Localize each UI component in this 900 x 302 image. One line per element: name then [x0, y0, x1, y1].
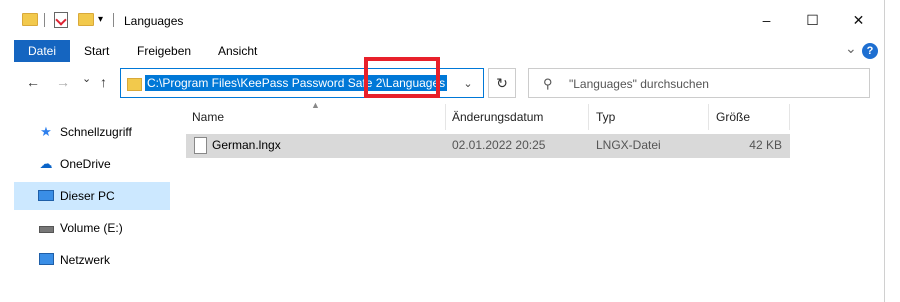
column-header-size[interactable]: Größe	[716, 104, 750, 130]
title-bar: ▾ Languages – ☐ ✕	[0, 0, 884, 40]
folder-icon	[22, 13, 38, 26]
sidebar-item-quick-access[interactable]: ★ Schnellzugriff	[14, 118, 170, 146]
minimize-button[interactable]: –	[744, 0, 789, 40]
new-folder-icon[interactable]	[78, 13, 94, 26]
file-type: LNGX-Datei	[596, 138, 661, 152]
table-row[interactable]: German.lngx 02.01.2022 20:25 LNGX-Datei …	[186, 134, 790, 158]
search-icon: ⚲	[543, 76, 553, 91]
back-button[interactable]: ←	[26, 74, 40, 90]
navigation-bar: ← → ⌄ ↑ C:\Program Files\KeePass Passwor…	[0, 64, 884, 102]
cloud-icon: ☁	[39, 156, 53, 171]
column-divider[interactable]	[789, 104, 790, 130]
drive-icon	[38, 221, 54, 236]
forward-button[interactable]: →	[56, 74, 70, 90]
sidebar-item-volume-e[interactable]: Volume (E:)	[14, 214, 170, 242]
file-list: ▲ Name Änderungsdatum Typ Größe German.l…	[186, 100, 884, 302]
customize-toolbar-icon[interactable]: ▾	[98, 14, 103, 25]
column-header-name[interactable]: Name	[192, 104, 224, 130]
tab-share[interactable]: Freigeben	[137, 44, 191, 58]
star-icon: ★	[40, 124, 52, 139]
folder-icon	[127, 78, 142, 91]
search-box[interactable]: ⚲ "Languages" durchsuchen	[528, 68, 870, 98]
computer-icon	[38, 189, 54, 204]
column-divider[interactable]	[708, 104, 709, 130]
column-divider[interactable]	[588, 104, 589, 130]
tab-start[interactable]: Start	[84, 44, 109, 58]
file-size: 42 KB	[749, 138, 782, 152]
sidebar-item-label: Schnellzugriff	[60, 125, 132, 139]
explorer-window: ▾ Languages – ☐ ✕ Datei Start Freigeben …	[0, 0, 885, 302]
help-icon[interactable]: ?	[862, 43, 878, 59]
file-date: 02.01.2022 20:25	[452, 138, 546, 152]
divider	[44, 13, 45, 27]
network-icon	[38, 252, 54, 268]
column-header-date[interactable]: Änderungsdatum	[452, 104, 543, 130]
file-name: German.lngx	[212, 138, 281, 152]
ribbon-tabs: Datei Start Freigeben Ansicht ⌄ ?	[0, 40, 884, 62]
sidebar-item-label: OneDrive	[60, 157, 111, 171]
column-header-type[interactable]: Typ	[596, 104, 615, 130]
sort-ascending-icon: ▲	[311, 100, 320, 110]
sidebar-item-label: Volume (E:)	[60, 221, 123, 235]
close-button[interactable]: ✕	[836, 0, 881, 40]
sidebar-item-this-pc[interactable]: Dieser PC	[14, 182, 170, 210]
sidebar-item-onedrive[interactable]: ☁ OneDrive	[14, 150, 170, 178]
sidebar-item-label: Netzwerk	[60, 253, 111, 267]
divider	[113, 13, 114, 27]
file-icon	[194, 137, 207, 154]
column-divider[interactable]	[445, 104, 446, 130]
expand-ribbon-icon[interactable]: ⌄	[845, 40, 857, 57]
refresh-button[interactable]: ↻	[488, 68, 516, 98]
address-dropdown-button[interactable]: ⌄	[453, 69, 483, 97]
maximize-button[interactable]: ☐	[790, 0, 835, 40]
tab-view[interactable]: Ansicht	[218, 44, 257, 58]
navigation-pane: ★ Schnellzugriff ☁ OneDrive Dieser PC Vo…	[14, 104, 170, 302]
sidebar-item-network[interactable]: Netzwerk	[14, 246, 170, 274]
window-title: Languages	[124, 14, 184, 28]
search-input[interactable]: "Languages" durchsuchen	[569, 77, 709, 91]
highlight-annotation	[364, 57, 440, 98]
up-button[interactable]: ↑	[100, 74, 107, 90]
tab-file[interactable]: Datei	[14, 40, 70, 62]
sidebar-item-label: Dieser PC	[60, 189, 115, 203]
recent-locations-button[interactable]: ⌄	[82, 72, 91, 85]
properties-icon[interactable]	[54, 12, 68, 28]
